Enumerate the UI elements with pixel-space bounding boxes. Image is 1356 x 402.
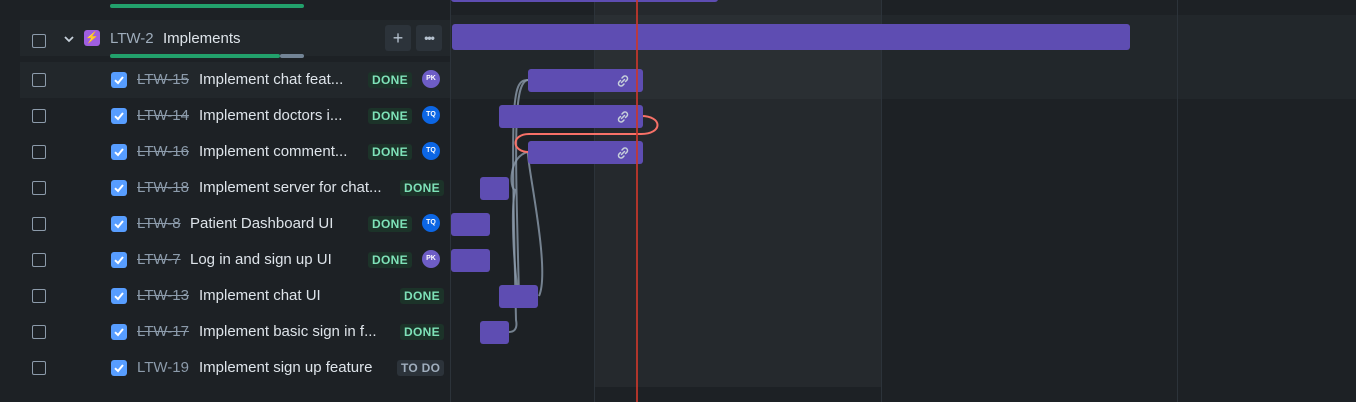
- row-select-checkbox[interactable]: [32, 181, 46, 195]
- epic-progress-remaining: [280, 54, 304, 58]
- task-bar[interactable]: [480, 321, 509, 344]
- task-type-icon: [111, 216, 127, 232]
- status-badge[interactable]: DONE: [368, 252, 412, 268]
- avatar[interactable]: TQ: [422, 142, 440, 160]
- task-key[interactable]: LTW-8: [137, 215, 181, 232]
- avatar[interactable]: TQ: [422, 214, 440, 232]
- task-type-icon: [111, 288, 127, 304]
- task-type-icon: [111, 108, 127, 124]
- status-badge[interactable]: DONE: [400, 324, 444, 340]
- task-type-icon: [111, 180, 127, 196]
- task-row[interactable]: LTW-7 Log in and sign up UI DONE PK: [20, 242, 451, 278]
- link-icon[interactable]: [615, 145, 631, 161]
- dependency-line: [526, 151, 544, 297]
- task-key[interactable]: LTW-16: [137, 143, 189, 160]
- task-title[interactable]: Implement comment...: [199, 143, 347, 160]
- row-select-checkbox[interactable]: [32, 289, 46, 303]
- link-icon[interactable]: [615, 73, 631, 89]
- task-key[interactable]: LTW-18: [137, 179, 189, 196]
- task-type-icon: [111, 72, 127, 88]
- task-type-icon: [111, 144, 127, 160]
- task-type-icon: [111, 252, 127, 268]
- task-row[interactable]: LTW-18 Implement server for chat... DONE: [20, 170, 451, 206]
- task-row[interactable]: LTW-17 Implement basic sign in f... DONE: [20, 314, 451, 350]
- row-select-checkbox[interactable]: [32, 145, 46, 159]
- task-bar[interactable]: [499, 105, 643, 128]
- task-title[interactable]: Implement chat UI: [199, 287, 321, 304]
- task-title[interactable]: Implement doctors i...: [199, 107, 342, 124]
- chevron-down-icon[interactable]: [62, 32, 76, 46]
- epic-progress-done: [110, 54, 280, 58]
- epic-title[interactable]: Implements: [163, 30, 241, 47]
- task-key[interactable]: LTW-13: [137, 287, 189, 304]
- avatar[interactable]: PK: [422, 250, 440, 268]
- row-select-checkbox[interactable]: [32, 217, 46, 231]
- list-pane: ⚡ LTW-2 Implements + ••• LTW-15 Implement…: [0, 0, 451, 402]
- more-icon: •••: [424, 31, 435, 45]
- task-title[interactable]: Implement sign up feature: [199, 359, 372, 376]
- left-gutter: [0, 0, 20, 402]
- row-select-checkbox[interactable]: [32, 361, 46, 375]
- today-marker: [636, 0, 638, 402]
- task-bar[interactable]: [451, 249, 490, 272]
- task-key[interactable]: LTW-15: [137, 71, 189, 88]
- task-row[interactable]: LTW-16 Implement comment... DONE TQ: [20, 134, 451, 170]
- row-select-checkbox[interactable]: [32, 325, 46, 339]
- row-select-checkbox[interactable]: [32, 109, 46, 123]
- status-badge[interactable]: DONE: [368, 108, 412, 124]
- status-badge[interactable]: DONE: [368, 216, 412, 232]
- task-title[interactable]: Log in and sign up UI: [190, 251, 332, 268]
- status-badge[interactable]: DONE: [368, 72, 412, 88]
- task-row[interactable]: LTW-8 Patient Dashboard UI DONE TQ: [20, 206, 451, 242]
- link-icon[interactable]: [615, 109, 631, 125]
- add-child-button[interactable]: +: [385, 25, 411, 51]
- status-badge[interactable]: DONE: [400, 288, 444, 304]
- task-title[interactable]: Implement chat feat...: [199, 71, 343, 88]
- task-bar[interactable]: [499, 285, 538, 308]
- task-title[interactable]: Patient Dashboard UI: [190, 215, 333, 232]
- status-badge[interactable]: DONE: [400, 180, 444, 196]
- status-badge[interactable]: TO DO: [397, 360, 445, 376]
- task-type-icon: [111, 360, 127, 376]
- task-type-icon: [111, 324, 127, 340]
- epic-lightning-icon: ⚡: [84, 30, 100, 46]
- previous-epic-progress-bar: [110, 4, 304, 8]
- task-row[interactable]: LTW-19 Implement sign up feature TO DO: [20, 350, 451, 386]
- task-bar[interactable]: [528, 141, 643, 164]
- task-key[interactable]: LTW-14: [137, 107, 189, 124]
- epic-row-checkbox[interactable]: [32, 34, 46, 48]
- dependency-lines: [508, 79, 659, 333]
- more-actions-button[interactable]: •••: [416, 25, 442, 51]
- task-title[interactable]: Implement basic sign in f...: [199, 323, 377, 340]
- row-select-checkbox[interactable]: [32, 73, 46, 87]
- task-key[interactable]: LTW-17: [137, 323, 189, 340]
- task-bar[interactable]: [528, 69, 643, 92]
- plus-icon: +: [392, 28, 404, 48]
- task-row[interactable]: LTW-13 Implement chat UI DONE: [20, 278, 451, 314]
- row-select-checkbox[interactable]: [32, 253, 46, 267]
- task-key[interactable]: LTW-7: [137, 251, 181, 268]
- task-bar[interactable]: [480, 177, 509, 200]
- task-row[interactable]: LTW-14 Implement doctors i... DONE TQ: [20, 98, 451, 134]
- task-bar[interactable]: [451, 213, 490, 236]
- task-key[interactable]: LTW-19: [137, 359, 189, 376]
- avatar[interactable]: TQ: [422, 106, 440, 124]
- epic-row[interactable]: ⚡ LTW-2 Implements + •••: [20, 20, 451, 58]
- status-badge[interactable]: DONE: [368, 144, 412, 160]
- task-title[interactable]: Implement server for chat...: [199, 179, 382, 196]
- epic-key[interactable]: LTW-2: [110, 30, 154, 47]
- timeline-pane: [451, 0, 1356, 402]
- avatar[interactable]: PK: [422, 70, 440, 88]
- task-row[interactable]: LTW-15 Implement chat feat... DONE PK: [20, 62, 451, 98]
